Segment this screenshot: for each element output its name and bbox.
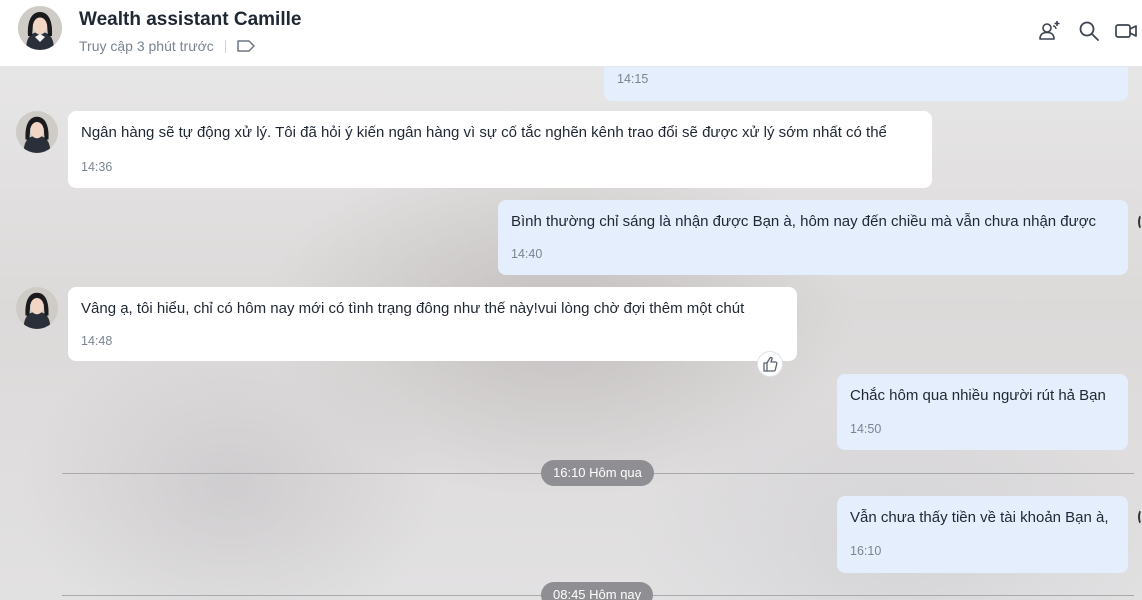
message-bubble-outgoing[interactable]: Bình thường chỉ sáng là nhận được Bạn à,… <box>498 200 1128 275</box>
message-text: Bình thường chỉ sáng là nhận được Bạn à,… <box>511 213 1097 230</box>
message-bubble-incoming[interactable]: Vâng ạ, tôi hiểu, chỉ có hôm nay mới có … <box>68 287 797 361</box>
message-time: 14:48 <box>81 334 113 348</box>
message-text: Vâng ạ, tôi hiểu, chỉ có hôm nay mới có … <box>81 300 745 317</box>
contact-name: Wealth assistant Camille <box>79 9 302 30</box>
thumbs-up-icon <box>763 356 778 372</box>
sender-avatar[interactable] <box>16 287 58 329</box>
read-receipt-avatar <box>1138 509 1142 525</box>
message-bubble-outgoing[interactable]: Chắc hôm qua nhiều người rút hả Bạn 14:5… <box>837 374 1128 450</box>
contact-avatar[interactable] <box>18 6 62 50</box>
message-bubble-outgoing[interactable]: Vẫn chưa thấy tiền về tài khoản Bạn à, 1… <box>837 496 1128 573</box>
message-time: 14:50 <box>850 422 882 436</box>
video-call-icon[interactable] <box>1114 19 1138 43</box>
message-text: Vẫn chưa thấy tiền về tài khoản Bạn à, <box>850 509 1109 526</box>
search-icon[interactable] <box>1077 19 1101 43</box>
message-text: Ngân hàng sẽ tự động xử lý. Tôi đã hỏi ý… <box>81 124 887 141</box>
like-reaction-button[interactable] <box>757 351 783 377</box>
read-receipt-avatar <box>1138 214 1142 230</box>
add-member-icon[interactable] <box>1038 19 1062 43</box>
sender-avatar[interactable] <box>16 111 58 153</box>
last-seen-status: Truy cập 3 phút trước <box>79 38 214 54</box>
message-time: 16:10 <box>850 544 882 558</box>
date-divider-label: 08:45 Hôm nay <box>541 582 654 600</box>
tag-icon[interactable] <box>236 38 256 54</box>
message-bubble-incoming[interactable]: Ngân hàng sẽ tự động xử lý. Tôi đã hỏi ý… <box>68 111 932 188</box>
chat-header: Wealth assistant Camille Truy cập 3 phút… <box>0 0 1142 67</box>
message-time: 14:36 <box>81 160 113 174</box>
message-list[interactable]: 14:15 Ngân hàng sẽ tự động xử lý. Tôi đã… <box>0 67 1142 600</box>
message-time: 14:40 <box>511 247 543 261</box>
status-separator <box>225 40 226 53</box>
message-text: Chắc hôm qua nhiều người rút hả Bạn <box>850 387 1106 404</box>
date-divider-label: 16:10 Hôm qua <box>541 460 654 486</box>
message-bubble-outgoing[interactable]: 14:15 <box>604 67 1128 101</box>
message-time: 14:15 <box>617 72 649 86</box>
